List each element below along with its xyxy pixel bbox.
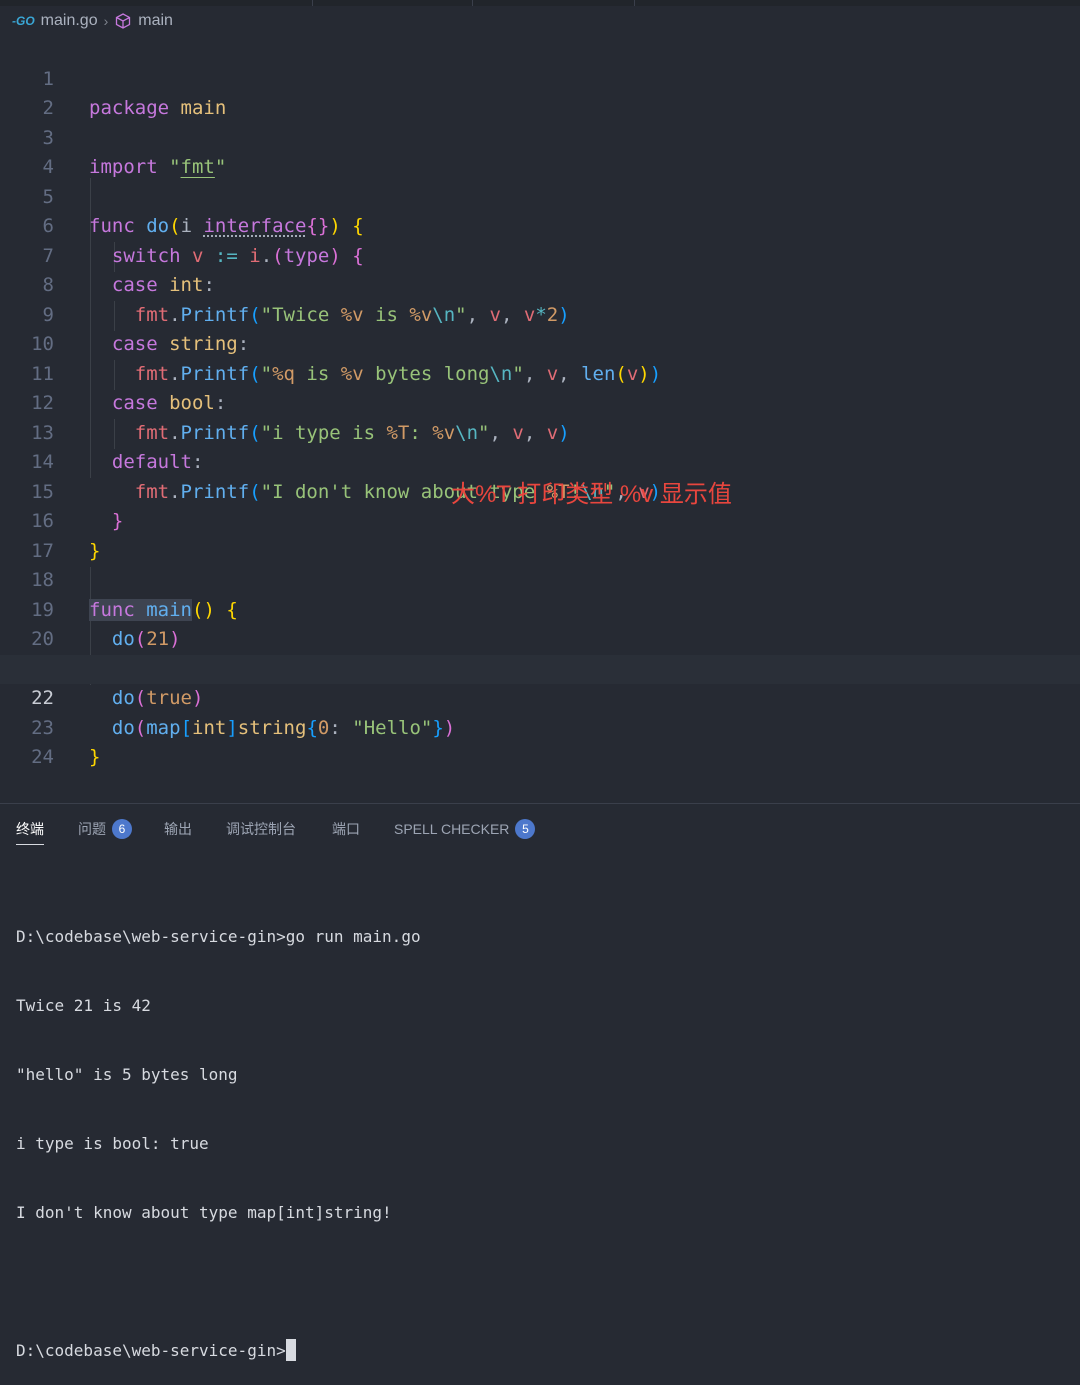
terminal-line: D:\codebase\web-service-gin>go run main.… — [16, 927, 421, 946]
terminal-line: Twice 21 is 42 — [16, 996, 151, 1015]
code-line[interactable]: 12 fmt.Printf("i type is %T: %v\n", v, v… — [0, 360, 1080, 444]
breadcrumb-file[interactable]: main.go — [41, 12, 98, 30]
code-line[interactable]: 7 case int: — [0, 212, 1080, 297]
code-line[interactable]: 9 case string: — [0, 271, 1080, 356]
code-line[interactable]: 14 fmt.Printf("I don't know about type %… — [0, 419, 1080, 503]
tab-label: 端口 — [332, 821, 360, 837]
code-line[interactable]: 5 func do(i interface{}) { — [0, 153, 1080, 238]
code-line[interactable]: 17 — [0, 507, 1080, 562]
code-line[interactable]: 4 — [0, 124, 1080, 178]
code-token: } — [89, 746, 101, 768]
code-line[interactable]: 18 func main() { — [0, 537, 1080, 621]
code-line-active[interactable]: 22 do(map[int]string{0: "Hello"}) — [0, 654, 1080, 739]
breadcrumb-symbol[interactable]: main — [138, 12, 173, 30]
tab-label: 输出 — [164, 821, 192, 837]
tab-ports[interactable]: 端口 — [332, 814, 360, 844]
code-line[interactable]: 11 case bool: — [0, 330, 1080, 415]
code-line[interactable]: 23 } — [0, 684, 1080, 769]
code-line[interactable]: 8 fmt.Printf("Twice %v is %v\n", v, v*2) — [0, 242, 1080, 326]
code-line[interactable]: 24 — [0, 714, 1080, 768]
top-border — [0, 0, 1080, 6]
code-line[interactable]: 1 package main — [0, 35, 1080, 120]
code-line[interactable]: 20 do("hello") — [0, 596, 1080, 680]
code-line[interactable]: 6 switch v := i.(type) { — [0, 183, 1080, 267]
tab-label: 调试控制台 — [226, 821, 296, 837]
tab-output[interactable]: 输出 — [164, 814, 192, 844]
terminal-prompt-line[interactable]: D:\codebase\web-service-gin> — [16, 1339, 1066, 1362]
annotation-text: 大%T 打印类型 %v 显示值 — [451, 481, 732, 508]
tab-label: SPELL CHECKER — [394, 821, 510, 837]
panel-divider — [0, 803, 1080, 804]
terminal-cursor — [285, 1339, 296, 1361]
tab-label: 问题 — [78, 821, 106, 837]
tab-problems[interactable]: 问题 6 — [78, 814, 132, 844]
code-editor[interactable]: 1 package main 2 3 import "fmt" 4 5 func… — [0, 35, 1080, 795]
terminal-line: i type is bool: true — [16, 1134, 209, 1153]
go-file-icon: -GO — [12, 14, 35, 28]
code-line[interactable]: 2 — [0, 65, 1080, 119]
code-line[interactable]: 3 import "fmt" — [0, 94, 1080, 179]
tab-label: 终端 — [16, 821, 44, 837]
breadcrumb: -GO main.go › main — [12, 10, 173, 32]
chevron-right-icon: › — [103, 13, 109, 29]
terminal-prompt: D:\codebase\web-service-gin> — [16, 1341, 286, 1360]
tab-spell-checker[interactable]: SPELL CHECKER 5 — [394, 814, 536, 844]
tab-debug-console[interactable]: 调试控制台 — [226, 814, 296, 844]
code-line[interactable]: 10 fmt.Printf("%q is %v bytes long\n", v… — [0, 301, 1080, 385]
terminal-output[interactable]: D:\codebase\web-service-gin>go run main.… — [16, 879, 1066, 1385]
problems-count-badge: 6 — [112, 819, 132, 839]
spell-checker-count-badge: 5 — [515, 819, 536, 839]
code-line[interactable]: 21 do(true) — [0, 625, 1080, 710]
tab-terminal[interactable]: 终端 — [16, 814, 44, 845]
terminal-line: "hello" is 5 bytes long — [16, 1065, 238, 1084]
panel-tabs: 终端 问题 6 输出 调试控制台 端口 SPELL CHECKER 5 — [0, 814, 1080, 846]
code-line[interactable]: 19 do(21) — [0, 566, 1080, 651]
code-line[interactable]: 13 default: — [0, 389, 1080, 474]
cube-icon — [114, 12, 132, 30]
terminal-line: I don't know about type map[int]string! — [16, 1203, 392, 1222]
line-number: 24 — [31, 746, 54, 768]
